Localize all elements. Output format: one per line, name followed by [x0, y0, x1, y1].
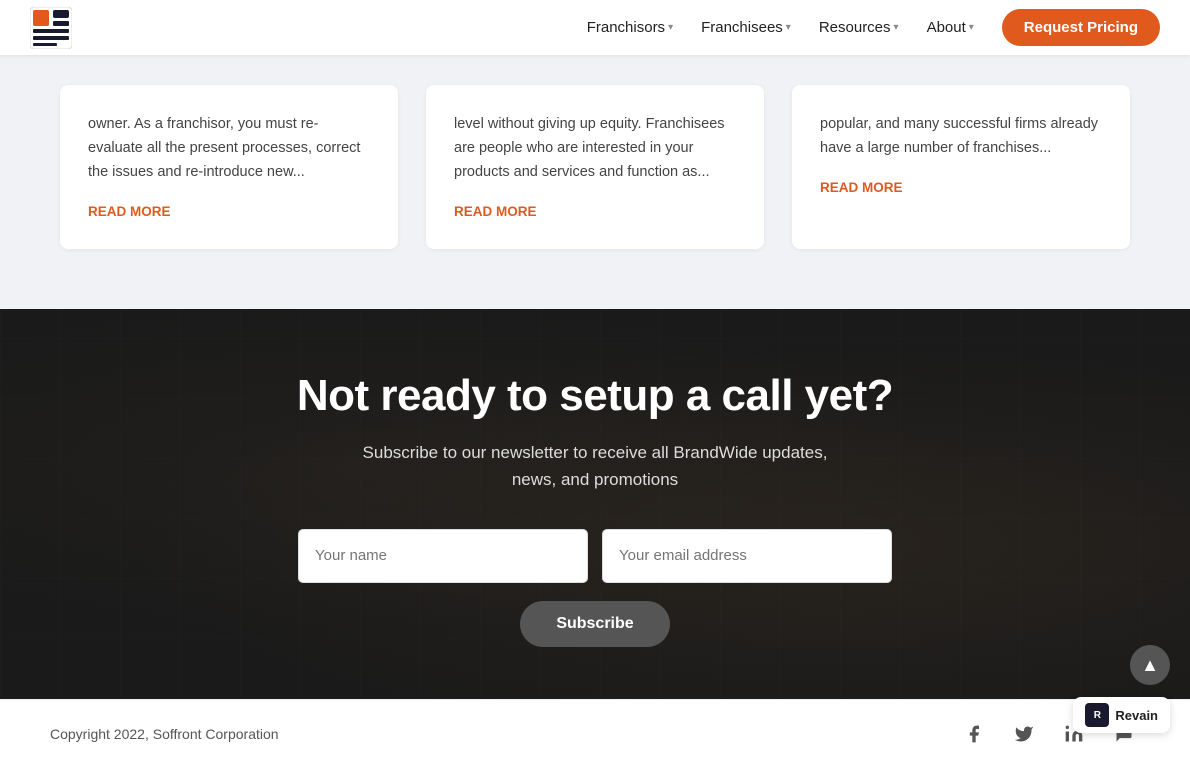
nav-resources[interactable]: Resources ▾ — [809, 13, 909, 42]
subscribe-button[interactable]: Subscribe — [520, 601, 669, 647]
site-footer: Copyright 2022, Soffront Corporation — [0, 699, 1190, 768]
name-input[interactable] — [298, 529, 588, 583]
cta-title: Not ready to setup a call yet? — [20, 371, 1170, 421]
card-1-read-more[interactable]: READ MORE — [88, 204, 171, 219]
site-header: Franchisors ▾ Franchisees ▾ Resources ▾ … — [0, 0, 1190, 55]
nav-resources-label: Resources — [819, 19, 891, 36]
blog-card-3: popular, and many successful firms alrea… — [792, 85, 1130, 249]
newsletter-form — [20, 529, 1170, 583]
request-pricing-button[interactable]: Request Pricing — [1002, 9, 1160, 46]
card-3-text: popular, and many successful firms alrea… — [820, 113, 1102, 161]
revain-badge[interactable]: R Revain — [1073, 697, 1170, 733]
blog-card-2: level without giving up equity. Franchis… — [426, 85, 764, 249]
card-1-text: owner. As a franchisor, you must re-eval… — [88, 113, 370, 185]
franchisors-chevron-icon: ▾ — [668, 22, 673, 33]
nav-franchisees-label: Franchisees — [701, 19, 783, 36]
about-chevron-icon: ▾ — [969, 22, 974, 33]
revain-label: Revain — [1115, 708, 1158, 723]
cta-subtitle: Subscribe to our newsletter to receive a… — [20, 439, 1170, 493]
nav-about[interactable]: About ▾ — [917, 13, 984, 42]
logo[interactable] — [30, 7, 72, 49]
nav-franchisees[interactable]: Franchisees ▾ — [691, 13, 801, 42]
email-input[interactable] — [602, 529, 892, 583]
scroll-to-top-button[interactable]: ▲ — [1130, 645, 1170, 685]
card-2-text: level without giving up equity. Franchis… — [454, 113, 736, 185]
main-nav: Franchisors ▾ Franchisees ▾ Resources ▾ … — [577, 9, 1160, 46]
franchisees-chevron-icon: ▾ — [786, 22, 791, 33]
card-2-read-more[interactable]: READ MORE — [454, 204, 537, 219]
cta-content: Not ready to setup a call yet? Subscribe… — [20, 371, 1170, 647]
brandwide-logo-icon — [30, 7, 72, 49]
blog-card-1: owner. As a franchisor, you must re-eval… — [60, 85, 398, 249]
chevron-up-icon: ▲ — [1141, 655, 1159, 676]
card-3-read-more[interactable]: READ MORE — [820, 180, 903, 195]
resources-chevron-icon: ▾ — [894, 22, 899, 33]
nav-franchisors[interactable]: Franchisors ▾ — [577, 13, 683, 42]
copyright-text: Copyright 2022, Soffront Corporation — [50, 726, 279, 742]
newsletter-cta-section: Not ready to setup a call yet? Subscribe… — [0, 309, 1190, 699]
revain-logo-icon: R — [1085, 703, 1109, 727]
main-content: owner. As a franchisor, you must re-eval… — [0, 0, 1190, 768]
facebook-icon[interactable] — [958, 718, 990, 750]
twitter-icon[interactable] — [1008, 718, 1040, 750]
nav-franchisors-label: Franchisors — [587, 19, 665, 36]
nav-about-label: About — [927, 19, 966, 36]
blog-cards-section: owner. As a franchisor, you must re-eval… — [0, 55, 1190, 309]
